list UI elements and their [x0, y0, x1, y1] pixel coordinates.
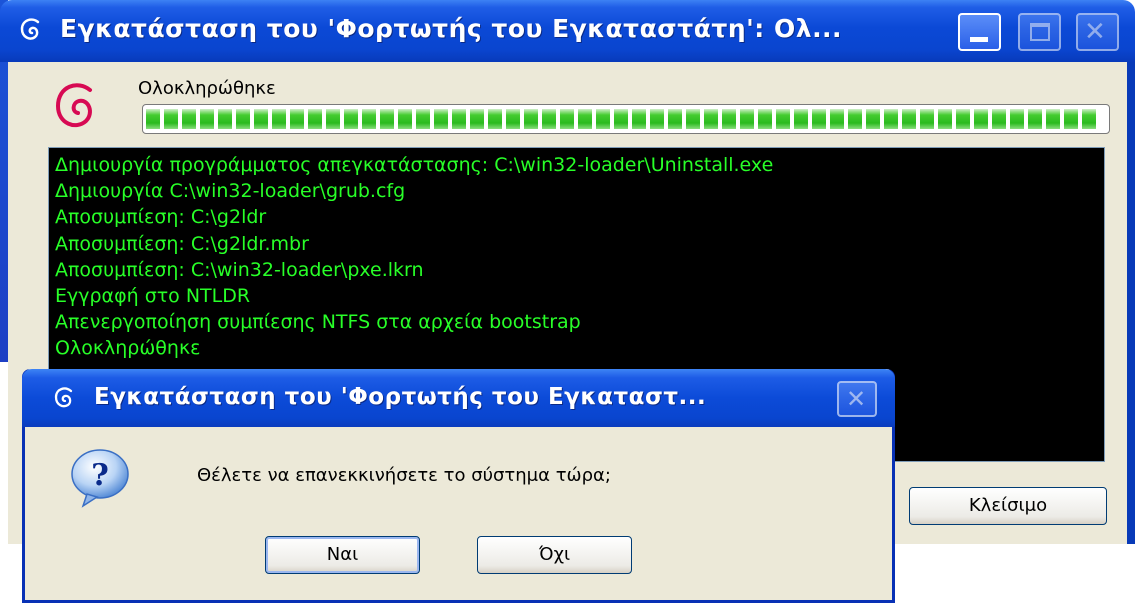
title-bar[interactable]: Εγκατάσταση του 'Φορτωτής του Εγκαταστάτ…: [0, 0, 1135, 62]
question-icon: ?: [71, 449, 129, 508]
svg-text:?: ?: [91, 458, 109, 493]
progress-segment: [902, 109, 916, 129]
progress-segment: [272, 109, 286, 129]
debian-logo-icon: [55, 83, 92, 127]
close-icon: ✕: [1084, 17, 1106, 47]
progress-segment: [488, 109, 502, 129]
progress-segment: [632, 109, 646, 129]
progress-segment: [884, 109, 898, 129]
minimize-icon: [970, 37, 988, 42]
progress-segment: [848, 109, 862, 129]
progress-segment: [740, 109, 754, 129]
dialog-title-bar[interactable]: Εγκατάσταση του 'Φορτωτής του Εγκαταστ..…: [22, 369, 895, 427]
progress-segment: [380, 109, 394, 129]
progress-segment: [236, 109, 250, 129]
close-window-button[interactable]: ✕: [1076, 13, 1119, 51]
progress-segment: [578, 109, 592, 129]
maximize-button[interactable]: [1018, 13, 1061, 51]
log-line: Δημιουργία προγράμματος απεγκατάστασης: …: [55, 154, 774, 176]
progress-segment: [290, 109, 304, 129]
log-line: Απενεργοποίηση συμπίεσης NTFS στα αρχεία…: [55, 311, 581, 334]
log-line: Δημιουργία C:\win32-loader\grub.cfg: [55, 180, 406, 203]
progress-segment: [200, 109, 214, 129]
progress-segment: [794, 109, 808, 129]
progress-segment: [470, 109, 484, 129]
log-line: Αποσυμπίεση: C:\g2ldr.mbr: [55, 232, 309, 255]
progress-segment: [560, 109, 574, 129]
progress-segment: [1082, 109, 1096, 129]
progress-segment: [704, 109, 718, 129]
progress-segment: [1046, 109, 1060, 129]
dialog-close-button[interactable]: ✕: [837, 381, 877, 417]
progress-segment: [614, 109, 628, 129]
progress-segment: [344, 109, 358, 129]
window-right-border: [1127, 62, 1135, 544]
progress-segment: [524, 109, 538, 129]
progress-segment: [722, 109, 736, 129]
log-line: Ολοκληρώθηκε: [55, 337, 201, 360]
progress-segment: [974, 109, 988, 129]
progress-segment: [1010, 109, 1024, 129]
minimize-button[interactable]: [958, 13, 1001, 51]
no-button[interactable]: Όχι: [477, 536, 632, 574]
log-line: Αποσυμπίεση: C:\win32-loader\pxe.lkrn: [55, 258, 424, 281]
progress-segment: [146, 109, 160, 129]
restart-dialog: Εγκατάσταση του 'Φορτωτής του Εγκαταστ..…: [22, 369, 895, 603]
log-line: Εγγραφή στο NTLDR: [55, 285, 251, 308]
progress-segment: [992, 109, 1006, 129]
close-button[interactable]: Κλείσιμο: [909, 487, 1107, 525]
progress-segment: [326, 109, 340, 129]
progress-segment: [362, 109, 376, 129]
debian-swirl-icon: [20, 18, 40, 40]
dialog-title: Εγκατάσταση του 'Φορτωτής του Εγκαταστ..…: [94, 384, 707, 410]
progress-segment: [308, 109, 322, 129]
dialog-message: Θέλετε να επανεκκινήσετε το σύστημα τώρα…: [197, 465, 611, 486]
progress-fill: [146, 109, 1106, 129]
yes-button[interactable]: Ναι: [265, 536, 420, 574]
progress-bar: [142, 104, 1110, 134]
progress-segment: [416, 109, 430, 129]
progress-segment: [542, 109, 556, 129]
progress-segment: [812, 109, 826, 129]
progress-segment: [254, 109, 268, 129]
window-left-border: [0, 0, 8, 603]
progress-segment: [452, 109, 466, 129]
progress-segment: [434, 109, 448, 129]
progress-segment: [758, 109, 772, 129]
log-line: Αποσυμπίεση: C:\g2ldr: [55, 206, 267, 229]
progress-segment: [182, 109, 196, 129]
progress-segment: [398, 109, 412, 129]
maximize-icon: [1030, 23, 1050, 41]
status-label: Ολοκληρώθηκε: [138, 78, 276, 99]
progress-segment: [506, 109, 520, 129]
progress-segment: [866, 109, 880, 129]
progress-segment: [956, 109, 970, 129]
progress-segment: [650, 109, 664, 129]
progress-segment: [776, 109, 790, 129]
debian-swirl-icon: [54, 387, 73, 408]
progress-segment: [668, 109, 682, 129]
close-icon: ✕: [846, 385, 867, 413]
progress-segment: [686, 109, 700, 129]
progress-segment: [1064, 109, 1078, 129]
progress-segment: [164, 109, 178, 129]
window-title: Εγκατάσταση του 'Φορτωτής του Εγκαταστάτ…: [60, 14, 843, 43]
progress-segment: [596, 109, 610, 129]
progress-segment: [938, 109, 952, 129]
progress-segment: [218, 109, 232, 129]
progress-segment: [1028, 109, 1042, 129]
progress-segment: [830, 109, 844, 129]
progress-segment: [920, 109, 934, 129]
